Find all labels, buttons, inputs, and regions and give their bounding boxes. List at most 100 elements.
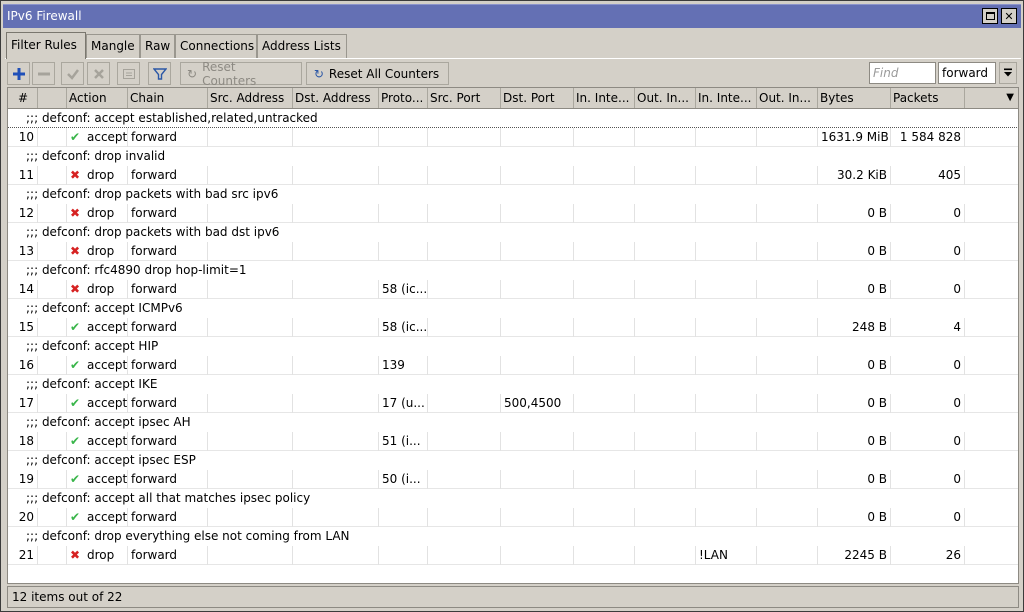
empty-cell	[757, 166, 818, 185]
action-label: drop	[87, 282, 115, 296]
empty-cell	[38, 546, 67, 565]
comment-row[interactable]: ;;; defconf: rfc4890 drop hop-limit=1	[8, 261, 1018, 280]
column-header-dst-address[interactable]: Dst. Address	[293, 88, 379, 108]
maximize-button[interactable]	[982, 8, 998, 24]
empty-cell	[293, 356, 379, 375]
tab-address-lists[interactable]: Address Lists	[257, 34, 347, 58]
action-label: accept	[87, 510, 128, 524]
table-row[interactable]: 11 ✖ drop forward 30.2 KiB 405	[8, 166, 1018, 185]
remove-button[interactable]	[32, 62, 55, 85]
comment-row[interactable]: ;;; defconf: accept HIP	[8, 337, 1018, 356]
comment-row[interactable]: ;;; defconf: accept IKE	[8, 375, 1018, 394]
table-header: # Action Chain Src. Address Dst. Address…	[8, 88, 1018, 109]
comment-row[interactable]: ;;; defconf: accept all that matches ips…	[8, 489, 1018, 508]
empty-cell	[428, 204, 501, 223]
reset-counters-button[interactable]: ↻ Reset Counters	[180, 60, 302, 88]
column-header-action[interactable]: Action	[67, 88, 128, 108]
column-header-blank[interactable]	[38, 88, 67, 108]
rule-comment: ;;; defconf: accept ipsec ESP	[26, 453, 196, 467]
empty-cell	[38, 432, 67, 451]
table-row[interactable]: 15 ✔ accept forward 58 (ic... 248 B4	[8, 318, 1018, 337]
empty-cell	[574, 242, 635, 261]
comment-button[interactable]	[117, 62, 140, 85]
table-row[interactable]: 18 ✔ accept forward 51 (i... 0 B0	[8, 432, 1018, 451]
table-row[interactable]: 10 ✔ accept forward 1631.9 MiB 1 584 828	[8, 127, 1018, 148]
chain-cell: forward	[128, 470, 208, 489]
table-row[interactable]: 14 ✖ drop forward 58 (ic... 0 B0	[8, 280, 1018, 299]
proto-cell: 58 (ic...	[379, 280, 428, 299]
proto-cell	[379, 166, 428, 185]
reset-all-counters-button[interactable]: ↻ Reset All Counters	[306, 62, 449, 85]
title-bar[interactable]: IPv6 Firewall ✕	[3, 4, 1021, 28]
columns-menu-icon[interactable]: ▼	[1006, 92, 1014, 103]
comment-row[interactable]: ;;; defconf: drop invalid	[8, 147, 1018, 166]
chain-cell: forward	[128, 356, 208, 375]
empty-cell	[293, 546, 379, 565]
comment-row[interactable]: ;;; defconf: drop everything else not co…	[8, 527, 1018, 546]
enable-button[interactable]	[61, 62, 84, 85]
comment-row[interactable]: ;;; defconf: accept ICMPv6	[8, 299, 1018, 318]
add-button[interactable]	[7, 62, 30, 85]
action-label: accept	[87, 396, 128, 410]
comment-row[interactable]: ;;; defconf: accept ipsec AH	[8, 413, 1018, 432]
empty-cell	[635, 242, 696, 261]
dst-port-cell	[501, 356, 574, 375]
table-row[interactable]: 16 ✔ accept forward 139 0 B0	[8, 356, 1018, 375]
column-header-out-interface[interactable]: Out. In...	[635, 88, 696, 108]
action-cell: ✔ accept	[67, 508, 128, 527]
chain-cell: forward	[128, 204, 208, 223]
minus-icon	[37, 72, 50, 75]
num-cell: 18	[8, 432, 38, 451]
comment-row[interactable]: ;;; defconf: drop packets with bad dst i…	[8, 223, 1018, 242]
chain-filter-select[interactable]: forward	[938, 62, 996, 84]
find-input[interactable]: Find	[869, 62, 936, 84]
action-cell: ✔ accept	[67, 470, 128, 489]
bytes-cell: 1631.9 MiB	[818, 128, 891, 147]
empty-cell	[757, 546, 818, 565]
chain-cell: forward	[128, 128, 208, 147]
chain-cell: forward	[128, 242, 208, 261]
column-header-src-address[interactable]: Src. Address	[208, 88, 293, 108]
table-row[interactable]: 17 ✔ accept forward 17 (u... 500,4500 0 B0	[8, 394, 1018, 413]
tab-raw[interactable]: Raw	[140, 34, 175, 58]
column-header-number[interactable]: #	[8, 88, 38, 108]
bytes-cell: 2245 B	[818, 546, 891, 565]
table-row[interactable]: 20 ✔ accept forward 0 B0	[8, 508, 1018, 527]
close-button[interactable]: ✕	[1001, 8, 1017, 24]
bytes-cell: 0 B	[818, 242, 891, 261]
column-header-in-interface[interactable]: In. Inte...	[574, 88, 635, 108]
column-header-bytes[interactable]: Bytes	[818, 88, 891, 108]
action-cell: ✔ accept	[67, 432, 128, 451]
proto-cell	[379, 546, 428, 565]
table-row[interactable]: 12 ✖ drop forward 0 B0	[8, 204, 1018, 223]
chain-cell: forward	[128, 432, 208, 451]
empty-cell	[574, 318, 635, 337]
column-header-packets[interactable]: Packets	[891, 88, 965, 108]
dst-port-cell	[501, 242, 574, 261]
chain-cell: forward	[128, 394, 208, 413]
column-header-chain[interactable]: Chain	[128, 88, 208, 108]
rule-comment: ;;; defconf: drop everything else not co…	[26, 529, 350, 543]
column-header-out-interface-list[interactable]: Out. In...	[757, 88, 818, 108]
table-row[interactable]: 13 ✖ drop forward 0 B0	[8, 242, 1018, 261]
empty-cell	[38, 470, 67, 489]
empty-cell	[574, 508, 635, 527]
tab-filter-rules[interactable]: Filter Rules	[6, 32, 86, 59]
table-row[interactable]: 19 ✔ accept forward 50 (i... 0 B0	[8, 470, 1018, 489]
tab-connections[interactable]: Connections	[175, 34, 257, 58]
column-header-dst-port[interactable]: Dst. Port	[501, 88, 574, 108]
comment-row[interactable]: ;;; defconf: drop packets with bad src i…	[8, 185, 1018, 204]
tab-mangle[interactable]: Mangle	[86, 34, 140, 58]
chain-filter-dropdown[interactable]	[999, 62, 1017, 84]
column-header-protocol[interactable]: Proto...	[379, 88, 428, 108]
disable-button[interactable]	[87, 62, 110, 85]
comment-row[interactable]: ;;; defconf: accept ipsec ESP	[8, 451, 1018, 470]
action-label: accept	[87, 434, 128, 448]
column-header-in-interface-list[interactable]: In. Inte...	[696, 88, 757, 108]
comment-row[interactable]: ;;; defconf: accept established,related,…	[8, 109, 1018, 128]
filter-button[interactable]	[148, 62, 171, 85]
bytes-cell: 0 B	[818, 508, 891, 527]
column-header-src-port[interactable]: Src. Port	[428, 88, 501, 108]
action-cell: ✖ drop	[67, 280, 128, 299]
table-row[interactable]: 21 ✖ drop forward !LAN 2245 B 26	[8, 546, 1018, 565]
